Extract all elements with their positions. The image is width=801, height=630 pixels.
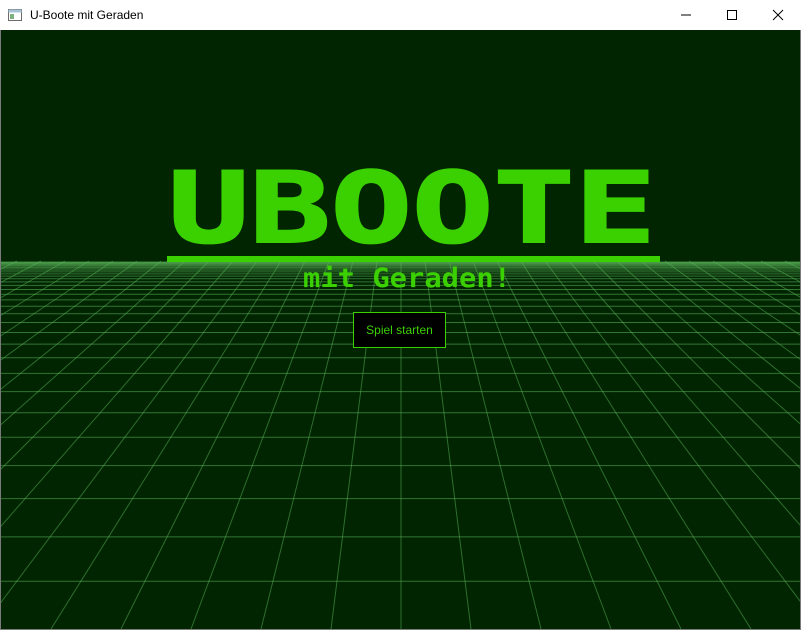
grid-line: [120, 260, 306, 629]
minimize-button[interactable]: [663, 0, 709, 30]
grid-line: [784, 260, 800, 270]
grid-line: [1, 260, 258, 604]
grid-line: [544, 260, 800, 602]
grid-line: [592, 260, 800, 469]
game-canvas[interactable]: UBOOTE mit Geraden! Spiel starten: [1, 30, 800, 629]
grid-line: [1, 260, 66, 299]
grid-line: [190, 260, 330, 629]
grid-line: [1, 260, 138, 361]
grid-line: [1, 260, 210, 470]
app-window-icon: [8, 8, 22, 21]
grid-line: [712, 260, 800, 316]
maximize-icon: [727, 10, 737, 20]
grid-line: [568, 260, 800, 526]
maximize-button[interactable]: [709, 0, 755, 30]
grid-line: [736, 260, 800, 298]
grid-line: [688, 260, 800, 336]
grid-line: [1, 260, 186, 426]
grid-line: [1, 260, 114, 337]
grid-line: [1, 260, 18, 270]
window-frame-left: [0, 30, 1, 630]
grid-line: [50, 260, 282, 629]
logo-underline: [167, 256, 660, 262]
close-button[interactable]: [755, 0, 801, 30]
logo: UBOOTE mit Geraden!: [167, 151, 660, 294]
close-icon: [772, 9, 784, 21]
grid-line: [260, 260, 354, 629]
minimize-icon: [681, 14, 691, 16]
window-title: U-Boote mit Geraden: [30, 8, 144, 22]
grid-line: [496, 260, 682, 629]
grid-line: [640, 260, 800, 389]
title-bar: U-Boote mit Geraden: [0, 0, 801, 30]
grid-line: [520, 260, 752, 629]
grid-line: [448, 260, 542, 629]
grid-line: [472, 260, 612, 629]
grid-line: [1, 260, 234, 527]
grid-line: [1, 260, 42, 283]
grid-line: [760, 260, 800, 283]
logo-title: UBOOTE: [168, 152, 656, 266]
grid-line: [1, 260, 90, 316]
start-game-button[interactable]: Spiel starten: [353, 312, 446, 348]
logo-subtitle: mit Geraden!: [303, 263, 511, 294]
